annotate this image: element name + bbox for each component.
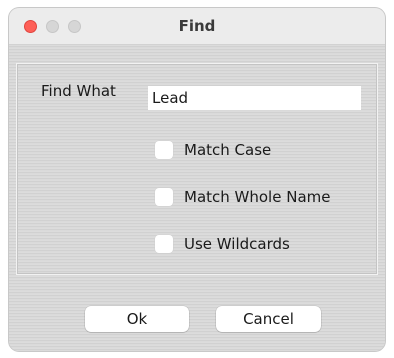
use-wildcards-checkbox[interactable] — [155, 235, 173, 253]
match-whole-name-option[interactable]: Match Whole Name — [155, 186, 330, 208]
title-bar: Find — [9, 8, 385, 45]
find-what-label: Find What — [41, 82, 116, 100]
match-whole-name-label: Match Whole Name — [184, 188, 331, 206]
window-title: Find — [178, 17, 216, 35]
match-case-label: Match Case — [184, 141, 272, 159]
match-case-checkbox[interactable] — [155, 141, 173, 159]
match-whole-name-checkbox[interactable] — [155, 188, 173, 206]
find-what-input[interactable] — [148, 86, 361, 110]
cancel-button[interactable]: Cancel — [216, 306, 321, 332]
find-dialog: Find — [9, 8, 385, 351]
match-case-option[interactable]: Match Case — [155, 139, 271, 161]
use-wildcards-option[interactable]: Use Wildcards — [155, 233, 290, 255]
use-wildcards-label: Use Wildcards — [184, 235, 290, 253]
ok-button[interactable]: Ok — [85, 306, 189, 332]
